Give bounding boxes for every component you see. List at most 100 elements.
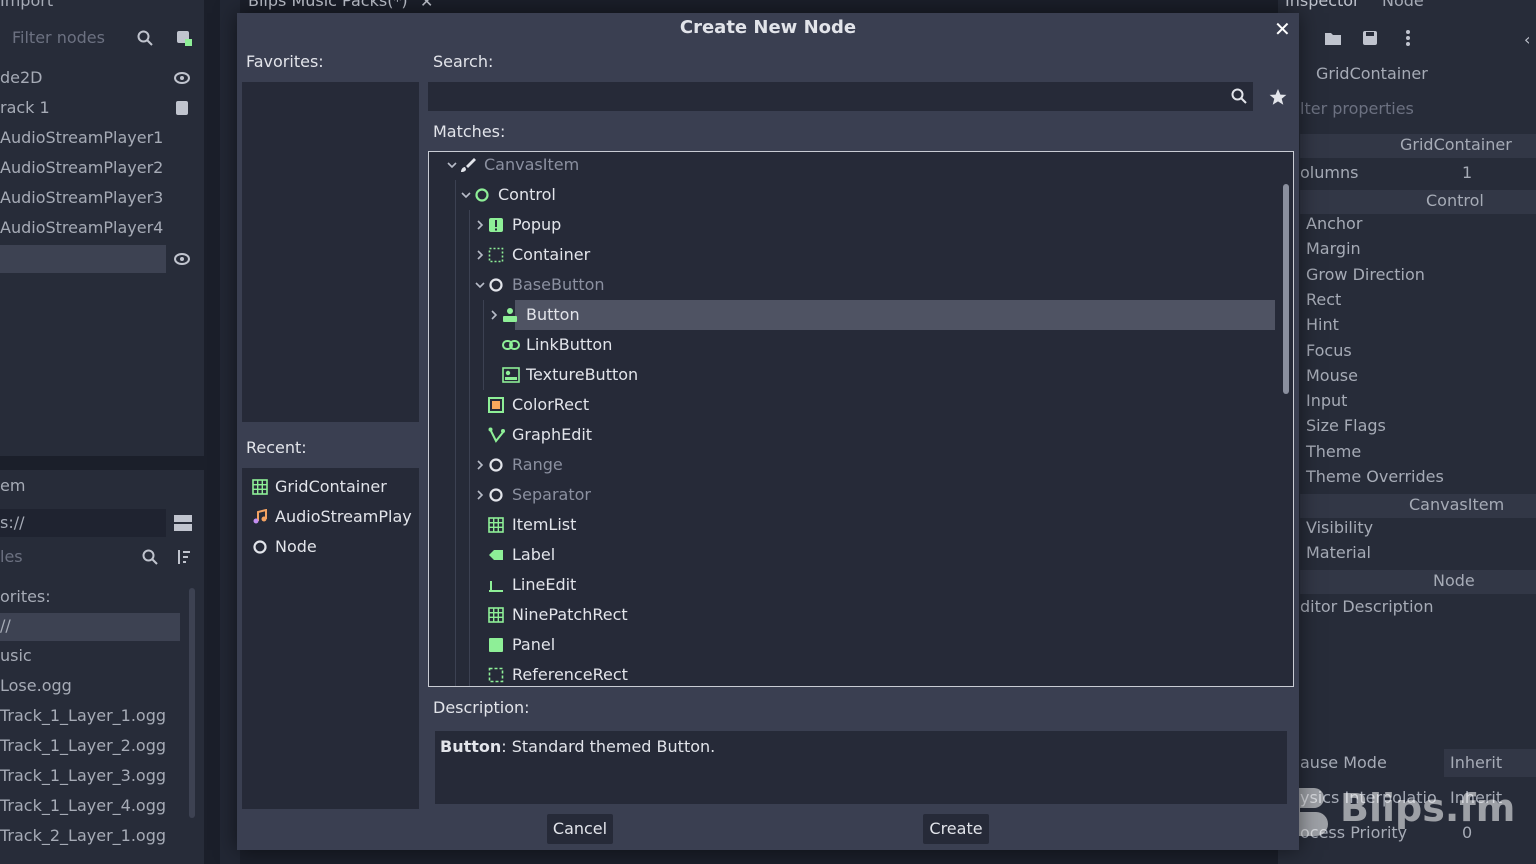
inspector-property[interactable]: Grow Direction [1306,265,1425,284]
script-icon[interactable] [174,101,188,115]
inspector-property[interactable]: Theme Overrides [1306,467,1444,486]
inspector-property[interactable]: Rect [1306,290,1341,309]
tree-item[interactable]: Label [429,540,1275,570]
tree-item[interactable]: Panel [429,630,1275,660]
file-item[interactable]: Track_1_Layer_2.ogg [0,731,200,761]
editor-description-label[interactable]: ditor Description [1300,597,1433,616]
chevron-left-icon[interactable]: ‹ [1524,30,1530,49]
recent-list[interactable]: GridContainer AudioStreamPlay Node [242,468,419,809]
inspector-property[interactable]: Margin [1306,239,1361,258]
inspector-property[interactable]: Input [1306,391,1347,410]
grid-section-header[interactable]: GridContainer [1300,134,1536,158]
file-item[interactable]: Lose.ogg [0,671,200,701]
filesystem-filter-input[interactable]: les [0,547,23,566]
tree-item[interactable]: ItemList [429,510,1275,540]
file-item[interactable]: // [0,611,200,641]
save-icon[interactable] [1362,30,1378,46]
sort-icon[interactable] [175,549,191,565]
close-icon[interactable]: ✕ [1274,17,1291,41]
tree-item[interactable]: NinePatchRect [429,600,1275,630]
control-section-header[interactable]: Control [1300,190,1536,214]
pause-mode-label: ause Mode [1300,753,1387,772]
inspector-property[interactable]: Anchor [1306,214,1362,233]
inspector-property[interactable]: Theme [1306,442,1361,461]
filesystem-scrollbar[interactable] [189,588,195,818]
inspector-property[interactable]: Material [1306,543,1371,562]
scene-filter-input[interactable]: Filter nodes [12,28,105,47]
tree-item[interactable]: Container [429,240,1275,270]
chevron-right-icon[interactable] [475,220,485,230]
brush-icon [460,157,476,173]
file-item[interactable]: usic [0,641,200,671]
layout-toggle-icon[interactable] [174,515,192,531]
close-tab-icon[interactable]: ✕ [420,0,433,11]
tree-item[interactable]: Button [429,300,1275,330]
inspector-filter-input[interactable]: lter properties [1300,99,1414,118]
circle-green-icon [474,187,490,203]
file-item[interactable]: Track_1_Layer_4.ogg [0,791,200,821]
scene-node[interactable]: AudioStreamPlayer2 [0,153,200,183]
tree-item[interactable]: BaseButton [429,270,1275,300]
columns-value[interactable]: 1 [1462,163,1472,182]
inspector-property[interactable]: Hint [1306,315,1339,334]
search-icon[interactable] [142,549,158,565]
add-node-icon[interactable] [176,30,192,46]
scene-node[interactable]: AudioStreamPlayer4 [0,213,200,243]
visibility-eye-icon[interactable] [174,71,190,85]
filesystem-tab-label[interactable]: em [0,476,25,495]
chevron-right-icon[interactable] [489,310,499,320]
tree-item[interactable]: Range [429,450,1275,480]
visibility-eye-icon[interactable] [174,252,190,266]
file-item[interactable]: Track_2_Layer_1.ogg [0,821,200,851]
more-vertical-icon[interactable] [1405,29,1411,47]
matches-tree[interactable]: CanvasItem Control Popup Container BaseButto… [428,151,1294,687]
node-section-header[interactable]: Node [1300,570,1536,594]
inspector-property[interactable]: Focus [1306,341,1352,360]
tree-item[interactable]: LinkButton [429,330,1275,360]
scene-node[interactable]: AudioStreamPlayer3 [0,183,200,213]
tree-item[interactable]: Separator [429,480,1275,510]
favorites-list[interactable] [242,82,419,422]
tree-scrollbar-thumb[interactable] [1283,184,1289,394]
tree-item[interactable]: TextureButton [429,360,1275,390]
favorite-star-icon[interactable] [1269,88,1287,106]
inspector-property[interactable]: Mouse [1306,366,1358,385]
panel-icon [488,637,504,653]
search-icon[interactable] [137,30,153,46]
chevron-right-icon[interactable] [475,250,485,260]
tree-item[interactable]: GraphEdit [429,420,1275,450]
tree-item[interactable]: ColorRect [429,390,1275,420]
canvas-section-header[interactable]: CanvasItem [1300,494,1536,518]
node-tab[interactable]: Node [1382,0,1424,10]
tree-item[interactable]: Popup [429,210,1275,240]
editor-scene-tab[interactable]: Blips Music Packs(*) [228,0,408,10]
recent-item[interactable]: AudioStreamPlay [242,502,419,532]
inspector-property[interactable]: Size Flags [1306,416,1386,435]
inspector-property[interactable]: Visibility [1306,518,1373,537]
file-item[interactable]: Track_1_Layer_1.ogg [0,701,200,731]
file-item[interactable]: Track_1_Layer_3.ogg [0,761,200,791]
tree-item[interactable]: ReferenceRect [429,660,1275,686]
scene-tab-label[interactable]: Import [0,0,53,10]
cancel-button[interactable]: Cancel [547,814,613,844]
create-button[interactable]: Create [923,814,989,844]
recent-item[interactable]: Node [242,532,419,562]
open-folder-icon[interactable] [1324,30,1342,46]
chevron-right-icon[interactable] [475,460,485,470]
chevron-right-icon[interactable] [475,490,485,500]
chevron-down-icon[interactable] [461,190,471,200]
recent-item[interactable]: GridContainer [242,472,419,502]
scene-node[interactable]: rack 1 [0,93,200,123]
tree-item-label: GraphEdit [512,425,593,444]
tree-item[interactable]: CanvasItem [429,152,1275,180]
scene-node[interactable]: AudioStreamPlayer1 [0,123,200,153]
inspector-tab[interactable]: Inspector [1285,0,1360,10]
filesystem-path-field[interactable]: s:// [0,509,166,537]
scene-node[interactable]: de2D [0,63,200,93]
search-input[interactable] [428,82,1253,111]
pause-mode-select[interactable]: Inherit [1444,749,1536,777]
chevron-down-icon[interactable] [447,160,457,170]
tree-item[interactable]: Control [429,180,1275,210]
tree-item[interactable]: LineEdit [429,570,1275,600]
chevron-down-icon[interactable] [475,280,485,290]
